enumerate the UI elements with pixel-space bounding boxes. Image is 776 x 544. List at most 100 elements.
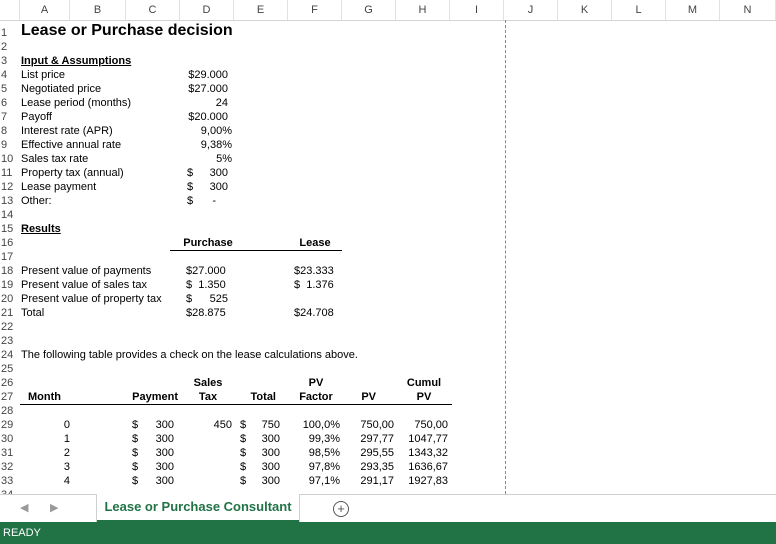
column-header-c[interactable]: C bbox=[126, 0, 180, 20]
column-header-g[interactable]: G bbox=[342, 0, 396, 20]
input-value[interactable]: 300 bbox=[200, 180, 228, 194]
table-cell-factor[interactable]: 97,1% bbox=[290, 474, 340, 488]
row-header[interactable]: 29 bbox=[0, 418, 19, 432]
column-header-k[interactable]: K bbox=[558, 0, 612, 20]
table-cell-pv[interactable]: 293,35 bbox=[344, 460, 394, 474]
table-cell-payment[interactable]: 300 bbox=[144, 474, 174, 488]
result-label[interactable]: Present value of payments bbox=[21, 264, 151, 278]
row-header[interactable]: 22 bbox=[0, 320, 19, 334]
table-header-sales-top[interactable]: Sales bbox=[184, 376, 232, 390]
worksheet-grid[interactable]: Lease or Purchase decision Input & Assum… bbox=[20, 20, 776, 494]
results-col-purchase[interactable]: Purchase bbox=[170, 236, 246, 250]
column-header-j[interactable]: J bbox=[504, 0, 558, 20]
input-value[interactable]: 9,38% bbox=[180, 138, 232, 152]
table-header-pv[interactable]: PV bbox=[358, 390, 376, 404]
table-cell-month[interactable]: 2 bbox=[50, 446, 70, 460]
input-value[interactable]: 300 bbox=[200, 166, 228, 180]
table-cell-currency[interactable]: $ bbox=[132, 446, 138, 460]
column-header-n[interactable]: N bbox=[720, 0, 776, 20]
row-header[interactable]: 3 bbox=[0, 54, 19, 68]
results-heading[interactable]: Results bbox=[21, 222, 61, 236]
table-cell-currency[interactable]: $ bbox=[240, 418, 246, 432]
column-header-b[interactable]: B bbox=[70, 0, 126, 20]
add-sheet-icon[interactable]: + bbox=[333, 501, 349, 517]
table-cell-cumul[interactable]: 1636,67 bbox=[396, 460, 448, 474]
table-cell-payment[interactable]: 300 bbox=[144, 432, 174, 446]
input-value[interactable]: 24 bbox=[180, 96, 228, 110]
result-label[interactable]: Present value of sales tax bbox=[21, 278, 147, 292]
table-header-pv-bot[interactable]: Factor bbox=[292, 390, 340, 404]
row-header[interactable]: 17 bbox=[0, 250, 19, 264]
table-cell-total[interactable]: 300 bbox=[250, 460, 280, 474]
table-cell-total[interactable]: 300 bbox=[250, 474, 280, 488]
row-header[interactable]: 1 bbox=[0, 26, 19, 40]
table-cell-currency[interactable]: $ bbox=[132, 474, 138, 488]
row-header[interactable]: 15 bbox=[0, 222, 19, 236]
table-cell-pv[interactable]: 750,00 bbox=[344, 418, 394, 432]
table-header-sales-bot[interactable]: Tax bbox=[184, 390, 232, 404]
row-header[interactable]: 10 bbox=[0, 152, 19, 166]
input-label[interactable]: Payoff bbox=[21, 110, 52, 124]
result-lease[interactable]: $ 1.376 bbox=[294, 278, 334, 292]
table-header-cumul-top[interactable]: Cumul bbox=[400, 376, 448, 390]
table-cell-cumul[interactable]: 750,00 bbox=[396, 418, 448, 432]
input-label[interactable]: List price bbox=[21, 68, 65, 82]
table-header-month[interactable]: Month bbox=[28, 390, 61, 404]
input-label[interactable]: Lease period (months) bbox=[21, 96, 131, 110]
row-header[interactable]: 13 bbox=[0, 194, 19, 208]
table-cell-month[interactable]: 4 bbox=[50, 474, 70, 488]
row-header[interactable]: 16 bbox=[0, 236, 19, 250]
table-cell-total[interactable]: 300 bbox=[250, 446, 280, 460]
table-cell-month[interactable]: 0 bbox=[50, 418, 70, 432]
row-header[interactable]: 27 bbox=[0, 390, 19, 404]
input-label[interactable]: Effective annual rate bbox=[21, 138, 121, 152]
row-header[interactable]: 24 bbox=[0, 348, 19, 362]
row-header[interactable]: 32 bbox=[0, 460, 19, 474]
row-header[interactable]: 26 bbox=[0, 376, 19, 390]
result-purchase-currency[interactable]: $ bbox=[186, 292, 192, 306]
sheet-tab-lease-or-purchase[interactable]: Lease or Purchase Consultant bbox=[97, 494, 299, 523]
table-cell-currency[interactable]: $ bbox=[240, 432, 246, 446]
row-header[interactable]: 8 bbox=[0, 124, 19, 138]
table-cell-currency[interactable]: $ bbox=[240, 474, 246, 488]
table-cell-salestax[interactable]: 450 bbox=[200, 418, 232, 432]
input-value[interactable]: 9,00% bbox=[180, 124, 232, 138]
sheet-title[interactable]: Lease or Purchase decision bbox=[21, 21, 233, 41]
row-header[interactable]: 12 bbox=[0, 180, 19, 194]
row-header[interactable]: 33 bbox=[0, 474, 19, 488]
tab-scroll-right-icon[interactable]: ▶ bbox=[50, 501, 58, 514]
table-cell-month[interactable]: 1 bbox=[50, 432, 70, 446]
row-header[interactable]: 9 bbox=[0, 138, 19, 152]
input-value[interactable]: $20.000 bbox=[180, 110, 228, 124]
row-header[interactable]: 23 bbox=[0, 334, 19, 348]
table-header-cumul-bot[interactable]: PV bbox=[400, 390, 448, 404]
table-cell-factor[interactable]: 100,0% bbox=[290, 418, 340, 432]
result-purchase[interactable]: $ 1.350 bbox=[186, 278, 226, 292]
table-note[interactable]: The following table provides a check on … bbox=[21, 348, 358, 362]
table-cell-cumul[interactable]: 1927,83 bbox=[396, 474, 448, 488]
input-currency[interactable]: $ bbox=[187, 180, 193, 194]
table-cell-payment[interactable]: 300 bbox=[144, 418, 174, 432]
inputs-heading[interactable]: Input & Assumptions bbox=[21, 54, 131, 68]
column-header-a[interactable]: A bbox=[20, 0, 70, 20]
table-cell-pv[interactable]: 297,77 bbox=[344, 432, 394, 446]
table-cell-cumul[interactable]: 1047,77 bbox=[396, 432, 448, 446]
select-all-corner[interactable] bbox=[0, 0, 20, 20]
input-currency[interactable]: $ bbox=[187, 166, 193, 180]
input-value[interactable]: $27.000 bbox=[180, 82, 228, 96]
input-value[interactable]: - bbox=[200, 194, 216, 208]
input-label[interactable]: Interest rate (APR) bbox=[21, 124, 113, 138]
table-header-pv-top[interactable]: PV bbox=[292, 376, 340, 390]
table-header-payment[interactable]: Payment bbox=[120, 390, 178, 404]
input-label[interactable]: Lease payment bbox=[21, 180, 96, 194]
table-cell-pv[interactable]: 295,55 bbox=[344, 446, 394, 460]
result-lease[interactable]: $24.708 bbox=[294, 306, 334, 320]
column-header-m[interactable]: M bbox=[666, 0, 720, 20]
table-header-total[interactable]: Total bbox=[230, 390, 276, 404]
table-cell-currency[interactable]: $ bbox=[240, 446, 246, 460]
row-header[interactable]: 5 bbox=[0, 82, 19, 96]
row-header[interactable]: 6 bbox=[0, 96, 19, 110]
input-label[interactable]: Sales tax rate bbox=[21, 152, 88, 166]
input-currency[interactable]: $ bbox=[187, 194, 193, 208]
row-header[interactable]: 4 bbox=[0, 68, 19, 82]
